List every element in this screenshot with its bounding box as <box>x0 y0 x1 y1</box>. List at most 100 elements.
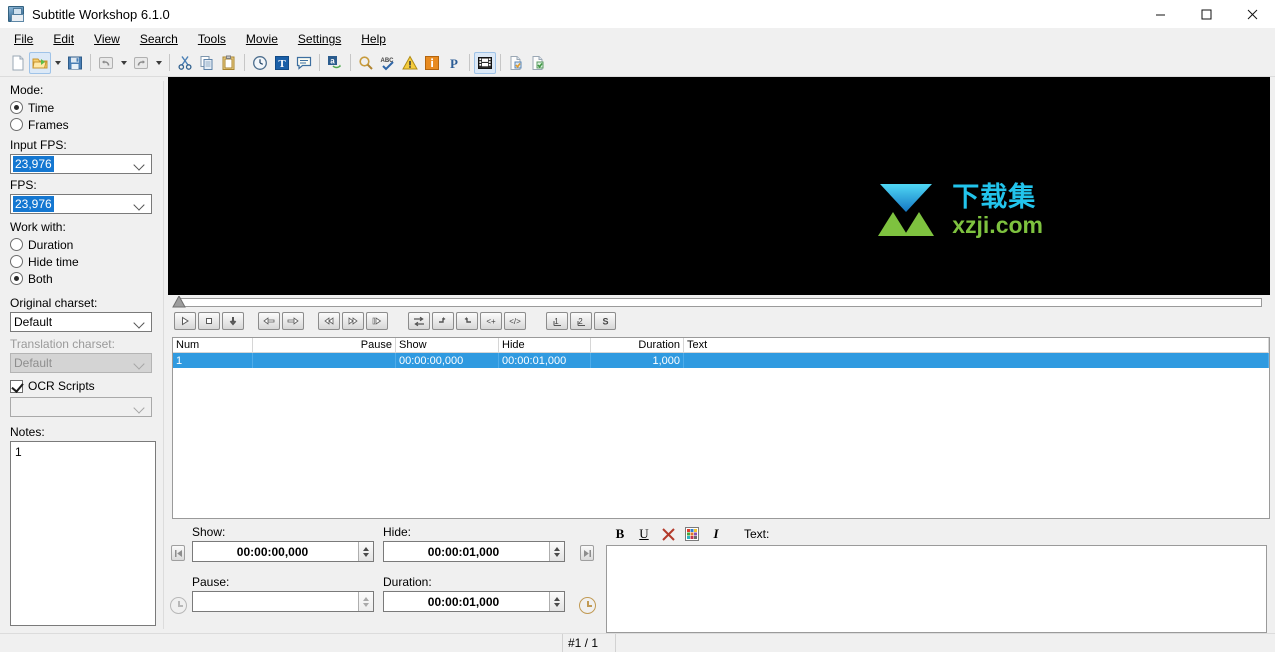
notes-textarea[interactable]: 1 <box>10 441 156 626</box>
menu-view[interactable]: View <box>84 30 130 48</box>
original-file-icon[interactable] <box>505 52 527 74</box>
radio-duration[interactable] <box>10 238 23 251</box>
menu-help[interactable]: Help <box>351 30 396 48</box>
menu-search[interactable]: Search <box>130 30 188 48</box>
move-subtitle-2-button[interactable]: 2 <box>570 312 592 330</box>
open-file-icon[interactable] <box>29 51 51 74</box>
stop-button[interactable] <box>198 312 220 330</box>
column-header-text[interactable]: Text <box>684 338 1269 352</box>
original-charset-combo[interactable]: Default <box>10 312 152 332</box>
redo-dropdown-icon[interactable] <box>152 52 165 74</box>
column-header-num[interactable]: Num <box>173 338 253 352</box>
set-show-time-button[interactable] <box>432 312 454 330</box>
bold-button[interactable]: B <box>610 525 630 544</box>
spell-check-icon[interactable]: ABC <box>377 52 399 74</box>
comment-icon[interactable] <box>293 52 315 74</box>
move-subtitle-1-button[interactable]: 1 <box>546 312 568 330</box>
duration-stepper[interactable] <box>549 592 564 611</box>
ocr-scripts-checkbox[interactable] <box>10 379 23 393</box>
radio-frames[interactable] <box>10 118 23 131</box>
maximize-button[interactable] <box>1183 0 1229 29</box>
work-with-both[interactable]: Both <box>10 270 168 287</box>
menu-tools[interactable]: Tools <box>188 30 236 48</box>
set-show-hide-time-button[interactable] <box>408 312 430 330</box>
hide-time-stepper[interactable] <box>549 542 564 561</box>
copy-icon[interactable] <box>196 52 218 74</box>
search-icon[interactable] <box>355 52 377 74</box>
duration-input[interactable]: 00:00:01,000 <box>383 591 565 612</box>
open-dropdown-icon[interactable] <box>51 52 64 74</box>
column-header-pause[interactable]: Pause <box>253 338 396 352</box>
start-subtitle-button[interactable]: <+ <box>480 312 502 330</box>
next-subtitle-button[interactable] <box>580 545 594 561</box>
ocr-scripts-combo[interactable] <box>10 397 152 417</box>
video-preview[interactable]: 下载集 xzji.com <box>168 77 1270 295</box>
cut-icon[interactable] <box>174 52 196 74</box>
subtitle-list[interactable]: Num Pause Show Hide Duration Text 1 00:0… <box>172 337 1270 519</box>
column-header-show[interactable]: Show <box>396 338 499 352</box>
seek-thumb-handle[interactable] <box>172 294 186 309</box>
set-delay-icon[interactable] <box>249 52 271 74</box>
radio-hide-time[interactable] <box>10 255 23 268</box>
undo-icon[interactable] <box>95 52 117 74</box>
menu-movie[interactable]: Movie <box>236 30 288 48</box>
work-with-duration[interactable]: Duration <box>10 236 168 253</box>
input-fps-combo[interactable]: 23,976 <box>10 154 152 174</box>
menu-file[interactable]: File <box>4 30 43 48</box>
rewind-button[interactable] <box>318 312 340 330</box>
step-forward-button[interactable] <box>366 312 388 330</box>
information-icon[interactable] <box>421 52 443 74</box>
mode-option-frames[interactable]: Frames <box>10 116 168 133</box>
work-with-hide-time[interactable]: Hide time <box>10 253 168 270</box>
translate-icon[interactable]: a <box>324 52 346 74</box>
chevron-down-icon[interactable] <box>135 403 144 412</box>
menu-settings[interactable]: Settings <box>288 30 351 48</box>
rewind-one-subtitle-button[interactable] <box>258 312 280 330</box>
column-header-hide[interactable]: Hide <box>499 338 591 352</box>
paste-icon[interactable] <box>218 52 240 74</box>
video-preview-icon[interactable] <box>474 51 496 74</box>
forward-one-subtitle-button[interactable] <box>282 312 304 330</box>
radio-both[interactable] <box>10 272 23 285</box>
set-hide-time-button[interactable] <box>456 312 478 330</box>
show-time-input[interactable]: 00:00:00,000 <box>192 541 374 562</box>
hide-time-input[interactable]: 00:00:01,000 <box>383 541 565 562</box>
redo-icon[interactable] <box>130 52 152 74</box>
menu-edit[interactable]: Edit <box>43 30 84 48</box>
italic-button[interactable]: I <box>706 525 726 544</box>
chevron-down-icon[interactable] <box>135 318 144 327</box>
show-time-stepper[interactable] <box>358 542 373 561</box>
pascal-script-icon[interactable]: P <box>443 52 465 74</box>
playback-move-button[interactable] <box>222 312 244 330</box>
close-button[interactable] <box>1229 0 1275 29</box>
mode-option-time[interactable]: Time <box>10 99 168 116</box>
column-header-duration[interactable]: Duration <box>591 338 684 352</box>
video-seek-bar[interactable] <box>180 298 1262 307</box>
subtitle-text-input[interactable] <box>606 545 1267 633</box>
radio-time[interactable] <box>10 101 23 114</box>
clear-format-button[interactable] <box>658 525 678 544</box>
chevron-down-icon[interactable] <box>135 200 144 209</box>
font-color-button[interactable] <box>682 525 702 544</box>
new-file-icon[interactable] <box>7 52 29 74</box>
move-subtitle-s-button[interactable]: S <box>594 312 616 330</box>
save-icon[interactable] <box>64 52 86 74</box>
chevron-down-icon[interactable] <box>135 160 144 169</box>
underline-button[interactable]: U <box>634 525 654 544</box>
warning-icon[interactable] <box>399 52 421 74</box>
minimize-button[interactable] <box>1137 0 1183 29</box>
pause-clock-icon[interactable] <box>170 597 187 614</box>
fps-combo[interactable]: 23,976 <box>10 194 152 214</box>
pause-input[interactable] <box>192 591 374 612</box>
undo-dropdown-icon[interactable] <box>117 52 130 74</box>
ocr-scripts-row[interactable]: OCR Scripts <box>10 377 168 395</box>
play-button[interactable] <box>174 312 196 330</box>
duration-clock-icon[interactable] <box>579 597 596 614</box>
end-subtitle-button[interactable]: </> <box>504 312 526 330</box>
pause-stepper[interactable] <box>358 592 373 611</box>
previous-subtitle-button[interactable] <box>171 545 185 561</box>
translated-file-icon[interactable] <box>527 52 549 74</box>
text-tool-icon[interactable]: T <box>271 52 293 74</box>
fast-forward-button[interactable] <box>342 312 364 330</box>
table-row[interactable]: 1 00:00:00,000 00:00:01,000 1,000 <box>173 353 1269 368</box>
